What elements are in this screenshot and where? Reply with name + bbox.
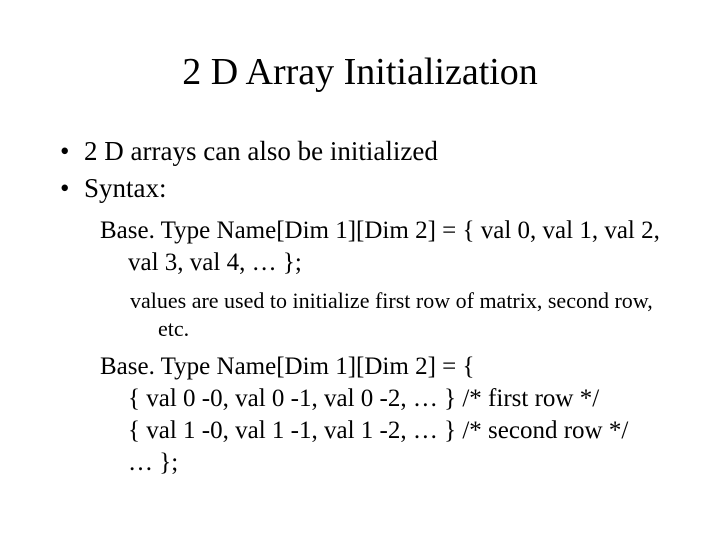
- syntax-flat: Base. Type Name[Dim 1][Dim 2] = { val 0,…: [100, 215, 680, 279]
- code-line: { val 0 -0, val 0 -1, val 0 -2, … } /* f…: [100, 383, 680, 415]
- bullet-item: 2 D arrays can also be initialized: [60, 134, 680, 169]
- bullet-list: 2 D arrays can also be initialized Synta…: [60, 134, 680, 205]
- code-line: { val 1 -0, val 1 -1, val 1 -2, … } /* s…: [100, 415, 680, 447]
- slide-title: 2 D Array Initialization: [40, 50, 680, 94]
- code-line: Base. Type Name[Dim 1][Dim 2] = {: [100, 351, 680, 383]
- bullet-item: Syntax:: [60, 171, 680, 206]
- syntax-nested: Base. Type Name[Dim 1][Dim 2] = { { val …: [100, 351, 680, 479]
- slide: 2 D Array Initialization 2 D arrays can …: [0, 0, 720, 540]
- syntax-note: values are used to initialize first row …: [130, 287, 680, 343]
- code-line: … };: [100, 447, 680, 479]
